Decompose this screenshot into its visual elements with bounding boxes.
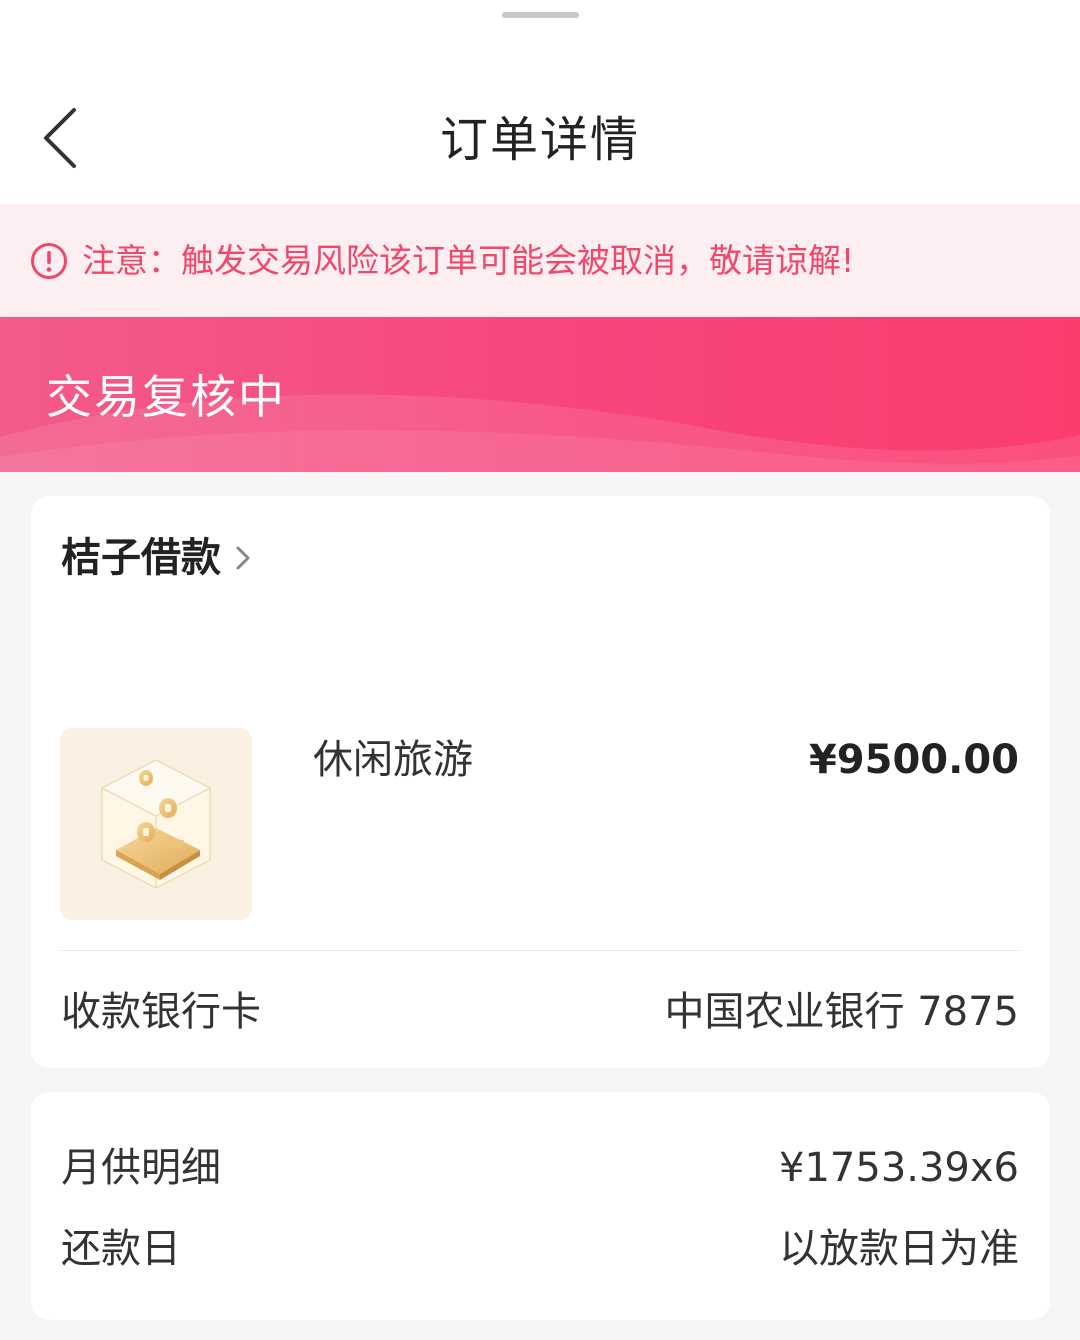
bank-card-value: 中国农业银行 7875 xyxy=(664,989,1019,1035)
order-detail-page: 订单详情 注意：触发交易风险该订单可能会被取消，敬请谅解! 交易复核中 桔子借款 xyxy=(0,0,1080,1340)
bank-card-label: 收款银行卡 xyxy=(61,989,261,1035)
page-title: 订单详情 xyxy=(439,112,640,168)
drag-handle[interactable] xyxy=(502,12,579,18)
due-date-label: 还款日 xyxy=(61,1226,181,1272)
risk-notice: 注意：触发交易风险该订单可能会被取消，敬请谅解! xyxy=(0,204,1080,317)
chevron-right-icon xyxy=(236,546,250,570)
item-name: 休闲旅游 xyxy=(313,737,473,783)
product-name: 桔子借款 xyxy=(61,535,221,581)
monthly-payment-value: ¥1753.39x6 xyxy=(779,1145,1019,1191)
order-card: 桔子借款 休闲旅游 ¥9500.00 收款银行卡 中国农业银行 7875 xyxy=(31,496,1050,1068)
status-text: 交易复核中 xyxy=(46,370,286,424)
product-link[interactable]: 桔子借款 xyxy=(61,532,253,584)
exclamation-circle-icon xyxy=(31,242,67,279)
monthly-payment-label: 月供明细 xyxy=(61,1145,221,1191)
due-date-value: 以放款日为准 xyxy=(779,1226,1019,1272)
item-price: ¥9500.00 xyxy=(808,737,1019,783)
product-image xyxy=(60,728,252,920)
notice-text: 注意：触发交易风险该订单可能会被取消，敬请谅解! xyxy=(82,240,855,280)
status-banner: 交易复核中 xyxy=(0,317,1080,472)
top-bar: 订单详情 xyxy=(0,0,1080,204)
divider xyxy=(60,950,1021,951)
coin-box-illustration xyxy=(100,759,212,889)
repayment-card: 月供明细 ¥1753.39x6 还款日 以放款日为准 xyxy=(31,1092,1050,1320)
